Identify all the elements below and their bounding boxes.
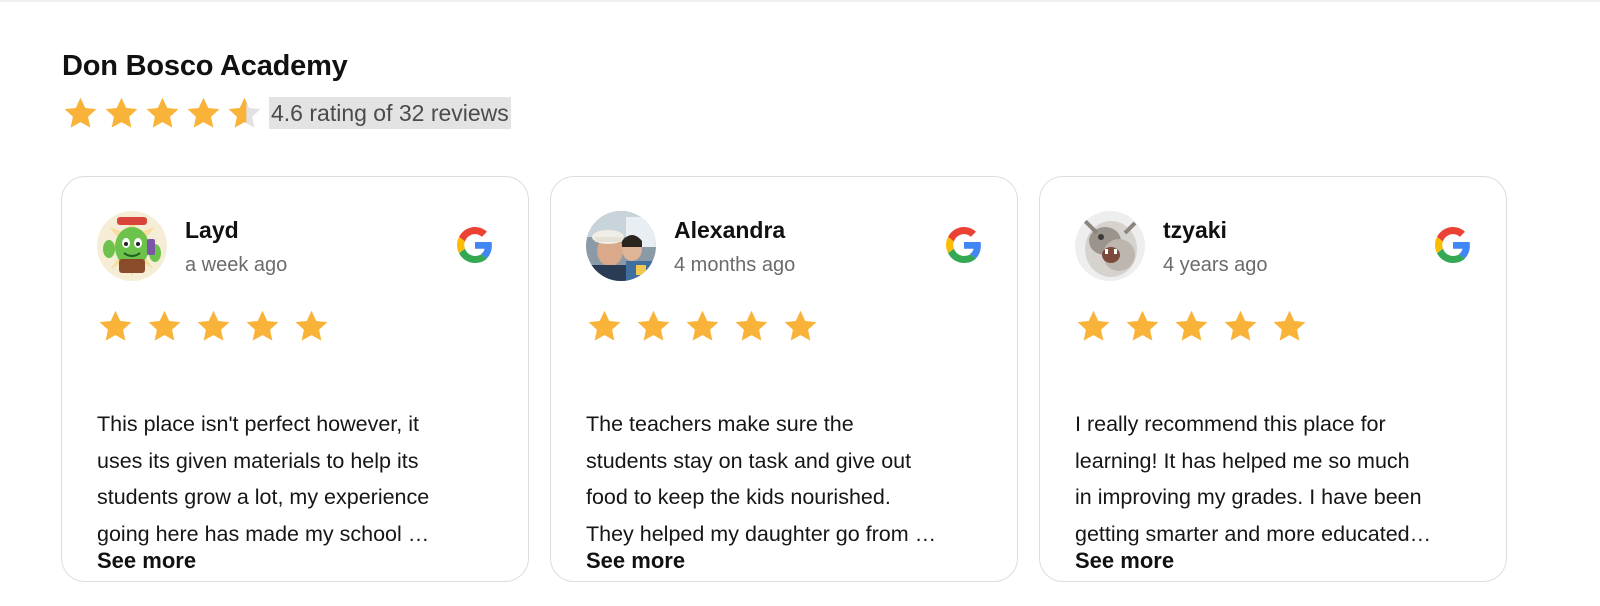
- star-icon: [784, 310, 817, 341]
- overall-rating: 4.6 rating of 32 reviews: [62, 94, 511, 132]
- google-icon: [1435, 227, 1470, 263]
- review-author: Layd: [185, 217, 239, 243]
- star-icon: [735, 310, 768, 341]
- star-icon: [1126, 310, 1159, 341]
- review-time: 4 months ago: [674, 254, 796, 276]
- star-icon: [246, 310, 279, 341]
- review-line: uses its given materials to help its: [97, 448, 419, 473]
- star-icon: [146, 97, 179, 128]
- review-line: getting smarter and more educated…: [1075, 521, 1432, 546]
- see-more-link[interactable]: See more: [1075, 548, 1174, 574]
- review-time: a week ago: [185, 254, 288, 276]
- review-card: Alexandra 4 months ago The teachers make…: [550, 176, 1018, 582]
- review-line: students stay on task and give out: [586, 448, 912, 473]
- review-line: students grow a lot, my experience: [97, 485, 430, 509]
- star-icon: [1077, 310, 1110, 341]
- see-more-link[interactable]: See more: [97, 548, 196, 574]
- star-icon: [64, 97, 97, 128]
- review-line: I really recommend this place for: [1075, 412, 1386, 436]
- review-stars: [97, 308, 330, 345]
- review-line: food to keep the kids nourished.: [586, 485, 891, 509]
- overall-stars: [62, 95, 263, 132]
- star-icon: [588, 310, 621, 341]
- review-stars: [1075, 308, 1308, 345]
- place-title: Don Bosco Academy: [62, 50, 348, 82]
- review-line: The teachers make sure the: [586, 412, 854, 436]
- photo-avatar: [586, 211, 656, 281]
- star-icon: [105, 97, 138, 128]
- cactus-character-avatar: [97, 211, 167, 281]
- star-icon: [99, 310, 132, 341]
- review-text: I really recommend this place for learni…: [1075, 406, 1473, 552]
- star-icon: [686, 310, 719, 341]
- rating-summary: 4.6 rating of 32 reviews: [269, 97, 511, 129]
- star-icon: [187, 97, 220, 128]
- review-stars: [586, 308, 819, 345]
- review-line: in improving my grades. I have been: [1075, 485, 1422, 509]
- review-line: going here has made my school …: [97, 521, 430, 546]
- review-time: 4 years ago: [1163, 254, 1268, 276]
- star-icon: [295, 310, 328, 341]
- review-card: Layd a week ago This place isn't perfect…: [61, 176, 529, 582]
- see-more-link[interactable]: See more: [586, 548, 685, 574]
- star-icon: [637, 310, 670, 341]
- review-author: tzyaki: [1163, 217, 1227, 243]
- star-icon: [1273, 310, 1306, 341]
- review-card: tzyaki 4 years ago I really recommend th…: [1039, 176, 1507, 582]
- half-star-icon: [228, 97, 261, 128]
- review-author: Alexandra: [674, 217, 786, 243]
- cat-photo-avatar: [1075, 211, 1145, 281]
- review-line: They helped my daughter go from …: [586, 521, 937, 546]
- star-icon: [1175, 310, 1208, 341]
- google-icon: [457, 227, 492, 263]
- review-text: This place isn't perfect however, it use…: [97, 406, 495, 552]
- google-icon: [946, 227, 981, 263]
- review-text: The teachers make sure the students stay…: [586, 406, 984, 552]
- star-icon: [1224, 310, 1257, 341]
- review-line: This place isn't perfect however, it: [97, 412, 419, 436]
- star-icon: [148, 310, 181, 341]
- star-icon: [197, 310, 230, 341]
- top-divider: [0, 0, 1600, 2]
- review-line: learning! It has helped me so much: [1075, 448, 1410, 473]
